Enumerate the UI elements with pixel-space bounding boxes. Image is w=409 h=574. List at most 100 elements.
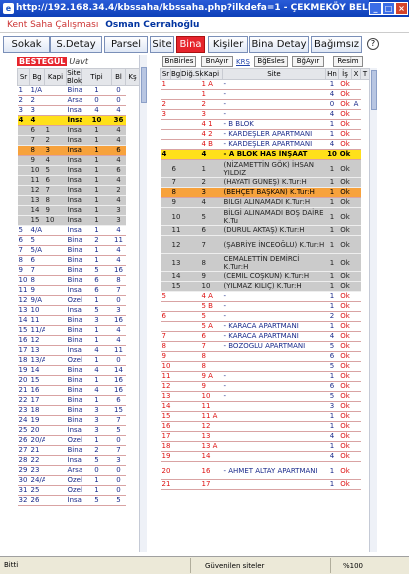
right-col-header[interactable]: Diğ.Sk <box>180 68 204 80</box>
table-row[interactable]: 33İnsaat44 <box>17 105 140 116</box>
table-row[interactable]: 15 10 (YILMAZ KILIÇ) K.Tur:H 1 Ok <box>160 281 370 292</box>
table-row[interactable]: 1713 İnsaat411 <box>17 345 140 356</box>
table-row[interactable]: 16 12 1 Ok <box>160 421 370 432</box>
table-row[interactable]: 21 17 1 Ok <box>160 479 370 490</box>
minimize-button[interactable]: _ <box>369 2 382 15</box>
table-row[interactable]: 105İnsaat16 <box>17 165 140 176</box>
left-col-header[interactable]: Site Blok <box>66 68 82 86</box>
table-row[interactable]: 15 11 A 1 Ok <box>160 411 370 422</box>
table-row[interactable]: 9 8 6 Ok <box>160 351 370 362</box>
right-scrollbar[interactable] <box>369 68 377 552</box>
table-row[interactable]: 11 6 (DURUL AKTAŞ) K.Tur:H 1 Ok <box>160 225 370 236</box>
table-row[interactable]: 12 7 (ŞABRİYE İNCEOĞLU) K.Tur:H 1 Ok <box>160 235 370 254</box>
table-row[interactable]: 19 14 4 Ok <box>160 451 370 462</box>
tool-button-4[interactable]: BğAyır <box>292 56 324 67</box>
left-col-header[interactable]: Kş <box>125 68 140 86</box>
close-button[interactable]: × <box>395 2 408 15</box>
table-row[interactable]: 94İnsaat14 <box>17 155 140 166</box>
table-row[interactable]: 149İnsaat13 <box>17 205 140 216</box>
right-col-header[interactable]: X <box>351 68 361 80</box>
table-row[interactable]: 1813/A Ozells10 <box>17 355 140 366</box>
tab-4[interactable]: Bina <box>176 36 205 53</box>
table-row[interactable]: 4 2- KARDEŞLER APARTMANI 1 Ok <box>160 129 370 140</box>
table-row[interactable]: 23 18 Bina 3 15 <box>17 405 140 416</box>
table-row[interactable]: 11 A -1 Ok <box>160 79 370 90</box>
table-row[interactable]: 10 5 BİLGİ ALINAMADI BOŞ DAİRE K.Tu 1 Ok <box>160 207 370 226</box>
table-row[interactable]: 16 12 Bina 1 4 <box>17 335 140 346</box>
table-row[interactable]: 72İnsaat14 <box>17 135 140 146</box>
table-row[interactable]: 13 8 CEMALETTİN DEMİRCİ K.Tur:H 1 Ok <box>160 253 370 272</box>
table-row[interactable]: 7 5/A Bina 1 4 <box>17 245 140 256</box>
table-row[interactable]: 3024/A Ozells10 <box>17 475 140 486</box>
table-row[interactable]: 24 19 Bina 3 7 <box>17 415 140 426</box>
right-col-header[interactable]: İş <box>338 68 352 80</box>
table-row[interactable]: 8 3 (BEHÇET BAŞKAN) K.Tur:H 1 Ok <box>160 187 370 198</box>
table-row[interactable]: 1510İnsaat13 <box>17 215 140 226</box>
tool-button-3[interactable]: BğEsles <box>254 56 288 67</box>
table-row[interactable]: 2520 İnsaat35 <box>17 425 140 436</box>
tab-2[interactable]: Parsel <box>104 36 148 53</box>
right-col-header[interactable]: Hn <box>325 68 339 80</box>
table-row[interactable]: 2923Arsa00 <box>17 465 140 476</box>
table-row[interactable]: 5 4 A -1 Ok <box>160 291 370 302</box>
table-row[interactable]: 1310 İnsaat53 <box>17 305 140 316</box>
tab-1[interactable]: S.Detay <box>50 36 102 53</box>
table-row[interactable]: 3226İnsaat55 <box>17 495 140 506</box>
table-row[interactable]: 22Arsa00 <box>17 95 140 106</box>
tool-button-5[interactable]: Resim <box>333 56 363 67</box>
table-row[interactable]: 27 21 Bina 2 7 <box>17 445 140 456</box>
table-row[interactable]: 83İnsaat16 <box>17 145 140 156</box>
table-row[interactable]: 13 10-5 Ok <box>160 391 370 402</box>
table-row[interactable]: 10 8 Bina 6 8 <box>17 275 140 286</box>
right-col-header[interactable]: Site <box>222 68 326 80</box>
right-col-header[interactable]: Kapi <box>200 68 223 80</box>
table-row[interactable]: 7 6- KARACA APARTMANI 4 Ok <box>160 331 370 342</box>
table-row[interactable]: 20 15 Bina 1 16 <box>17 375 140 386</box>
table-row[interactable]: 8 7- BOZOĞLU APARTMANI 5 Ok <box>160 341 370 352</box>
table-row[interactable]: 127İnsaat12 <box>17 185 140 196</box>
table-row[interactable]: 20 16- AHMET ALTAY APARTMANI 1 Ok <box>160 461 370 480</box>
table-row[interactable]: 6 5-2 Ok <box>160 311 370 322</box>
left-col-header[interactable]: Tipi <box>81 68 112 86</box>
table-row[interactable]: 14 11 3 Ok <box>160 401 370 412</box>
left-scroll-thumb[interactable] <box>141 67 147 103</box>
table-row[interactable]: 5 A- KARACA APARTMANI 1 Ok <box>160 321 370 332</box>
tool-button-0[interactable]: BnBirles <box>162 56 196 67</box>
table-row[interactable]: 22 17 Bina 1 6 <box>17 395 140 406</box>
table-row[interactable]: 61İnsaat14 <box>17 125 140 136</box>
right-scroll-thumb[interactable] <box>371 70 377 110</box>
tab-5[interactable]: Kişiler <box>208 36 248 53</box>
table-row[interactable]: 21 16 Bina 4 16 <box>17 385 140 396</box>
table-row[interactable]: 2620/A Ozells10 <box>17 435 140 446</box>
table-row[interactable]: 5 B -1 Ok <box>160 301 370 312</box>
tab-6[interactable]: Bina Detay <box>249 36 309 53</box>
table-row[interactable]: 8 6 Bina 1 4 <box>17 255 140 266</box>
table-row[interactable]: 1 1/A Bina 1 0 <box>17 85 140 96</box>
tool-button-1[interactable]: BnAyır <box>201 56 233 67</box>
table-row[interactable]: 17 13 4 Ok <box>160 431 370 442</box>
table-row[interactable]: 9 4 BİLGİ ALINAMADI K.Tur:H 1 Ok <box>160 197 370 208</box>
table-row[interactable]: 1-4 Ok <box>160 89 370 100</box>
table-row[interactable]: 10 8 5 Ok <box>160 361 370 372</box>
table-row[interactable]: 1511/A Bina14 <box>17 325 140 336</box>
table-row[interactable]: 116İnsaat14 <box>17 175 140 186</box>
zoom-control[interactable]: %100 <box>330 558 409 573</box>
left-scrollbar[interactable] <box>139 55 147 552</box>
table-row[interactable]: 14 11 Bina 3 16 <box>17 315 140 326</box>
tab-3[interactable]: Site <box>150 36 174 53</box>
table-row[interactable]: 119 İnsaat67 <box>17 285 140 296</box>
table-row[interactable]: 4 B- KARDEŞLER APARTMANI 4 Ok <box>160 139 370 150</box>
table-row[interactable]: 18 13 A 1 Ok <box>160 441 370 452</box>
table-row[interactable]: 44- A BLOK HAS İNŞAAT 10 Ok <box>160 149 370 160</box>
table-row[interactable]: 4 1- B BLOK 1 Ok <box>160 119 370 130</box>
table-row[interactable]: 19 14 Bina 4 14 <box>17 365 140 376</box>
right-col-header[interactable]: Bg <box>170 68 181 80</box>
table-row[interactable]: 14 9 (CEMİL COŞKUN) K.Tur:H 1 Ok <box>160 271 370 282</box>
table-row[interactable]: 3125 Ozells10 <box>17 485 140 496</box>
left-col-header[interactable]: Kapi <box>44 68 67 86</box>
table-row[interactable]: 3 3-4 Ok <box>160 109 370 120</box>
table-row[interactable]: 12 9-6 Ok <box>160 381 370 392</box>
table-row[interactable]: 9 7 Bina 5 16 <box>17 265 140 276</box>
krs-link[interactable]: KRŞ <box>236 58 250 66</box>
left-col-header[interactable]: Bg <box>29 68 45 86</box>
